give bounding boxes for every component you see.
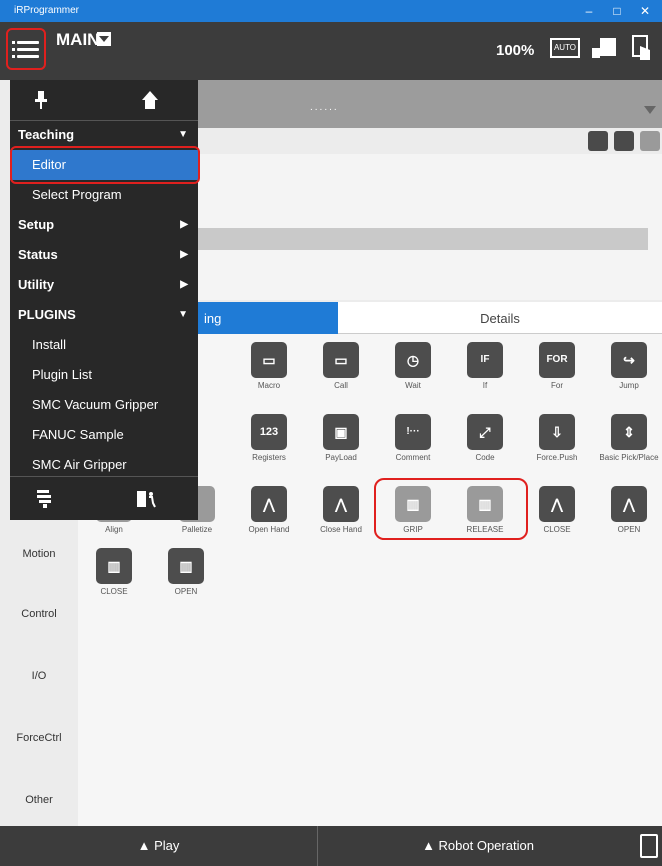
air-gripper-close-icon: ▥ [96,548,132,584]
registers-icon: 123 [251,414,287,450]
auto-mode-icon[interactable]: AUTO [550,38,580,58]
program-name[interactable]: MAIN [56,30,99,50]
code-instruction[interactable]: ⤢ Code [449,414,521,462]
if-icon: IF [467,342,503,378]
jump-icon: ↪ [611,342,647,378]
program-list-strip[interactable]: ...... [198,80,662,128]
menu-top-row [10,80,198,121]
play-button[interactable]: ▲ Play [0,826,318,866]
touch-icon[interactable] [630,34,654,62]
pick-place-icon: ⇕ [611,414,647,450]
basic-pick-place-instruction[interactable]: ⇕ Basic Pick/Place [593,414,662,462]
gripper-close-icon: ⋀ [539,486,575,522]
comment-icon: !··· [395,414,431,450]
for-instruction[interactable]: FOR For [521,342,593,390]
menu-plugin-list[interactable]: Plugin List [10,360,198,390]
tab-details-label: Details [480,311,520,326]
open-hand-icon: ⋀ [251,486,287,522]
comment-instruction[interactable]: !··· Comment [377,414,449,462]
open-gripper-instruction[interactable]: ⋀ OPEN [593,486,662,534]
menu-fanuc-sample[interactable]: FANUC Sample [10,420,198,450]
app-header: MAIN 100% AUTO [0,22,662,80]
zoom-level: 100% [496,42,535,59]
program-edit-area[interactable] [198,154,662,300]
air-close-instruction[interactable]: ▥ CLOSE [78,548,150,596]
if-instruction[interactable]: IF If [449,342,521,390]
timeline-bar[interactable] [198,228,648,250]
jump-instruction[interactable]: ↪ Jump [593,342,662,390]
menu-select-program[interactable]: Select Program [10,180,198,210]
gripper-open-icon: ⋀ [611,486,647,522]
air-open-instruction[interactable]: ▥ OPEN [150,548,222,596]
menu-utility[interactable]: Utility ▶ [10,270,198,300]
wait-instruction[interactable]: ◷ Wait [377,342,449,390]
editor-highlight [10,146,200,184]
menu-setup[interactable]: Setup ▶ [10,210,198,240]
bottom-bar: ▲ Play ▲ Robot Operation [0,826,662,866]
macro-icon: ▭ [251,342,287,378]
payload-instruction[interactable]: ▣ PayLoad [305,414,377,462]
air-gripper-open-icon: ▥ [168,548,204,584]
redo-icon[interactable] [640,131,660,151]
main-menu-button[interactable] [6,28,46,70]
save-icon[interactable] [640,834,658,858]
teach-pendant-icon[interactable] [590,36,620,60]
close-hand-instruction[interactable]: ⋀ Close Hand [305,486,377,534]
strip-dots: ...... [310,102,339,113]
category-other[interactable]: Other [0,794,78,806]
window-title-bar: iRProgrammer – □ ✕ [0,0,662,22]
close-gripper-instruction[interactable]: ⋀ CLOSE [521,486,593,534]
home-menu-icon[interactable] [140,88,160,110]
grip-release-highlight [374,478,528,540]
maximize-button[interactable]: □ [604,1,630,21]
category-motion[interactable]: Motion [0,548,78,560]
menu-status[interactable]: Status ▶ [10,240,198,270]
strip-expand-icon[interactable] [644,106,656,114]
window-title: iRProgrammer [14,5,80,16]
open-hand-instruction[interactable]: ⋀ Open Hand [233,486,305,534]
category-io[interactable]: I/O [0,670,78,682]
tab-instructions[interactable]: ing [198,302,338,334]
for-icon: FOR [539,342,575,378]
fullscreen-icon[interactable] [588,131,608,151]
registers-instruction[interactable]: 123 Registers [233,414,305,462]
payload-icon: ▣ [323,414,359,450]
category-control[interactable]: Control [0,608,78,620]
call-icon: ▭ [323,342,359,378]
force-push-instruction[interactable]: ⇩ Force.Push [521,414,593,462]
code-icon: ⤢ [467,414,503,450]
tab-instructions-label: ing [204,311,222,326]
close-hand-icon: ⋀ [323,486,359,522]
edit-toolbar [198,128,662,154]
undo-icon[interactable] [614,131,634,151]
force-push-icon: ⇩ [539,414,575,450]
tab-details[interactable]: Details [338,302,662,334]
menu-smc-vacuum-gripper[interactable]: SMC Vacuum Gripper [10,390,198,420]
stopwatch-icon: ◷ [395,342,431,378]
exit-icon[interactable] [136,489,156,509]
menu-bottom-row [10,476,198,521]
call-instruction[interactable]: ▭ Call [305,342,377,390]
pin-icon[interactable] [34,90,48,110]
close-button[interactable]: ✕ [632,1,658,21]
menu-plugins[interactable]: PLUGINS ▼ [10,300,198,330]
minimize-button[interactable]: – [576,1,602,21]
category-forcectrl[interactable]: ForceCtrl [0,732,78,744]
document-list-icon[interactable] [36,489,54,509]
program-dropdown-icon[interactable] [97,32,111,46]
macro-instruction[interactable]: ▭ Macro [233,342,305,390]
robot-operation-button[interactable]: ▲ Robot Operation [318,826,638,866]
menu-install[interactable]: Install [10,330,198,360]
